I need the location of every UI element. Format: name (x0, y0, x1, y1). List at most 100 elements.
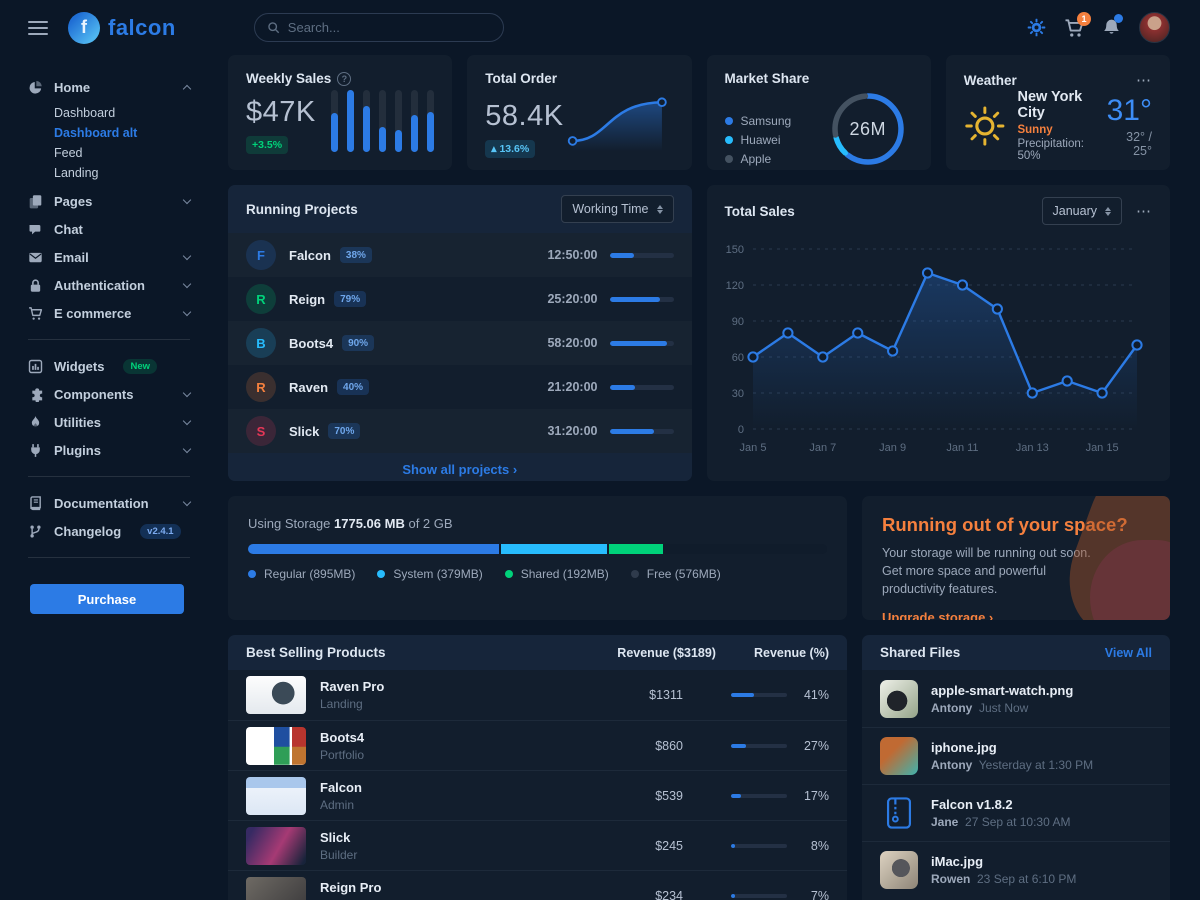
sidebar-subitem-feed[interactable]: Feed (54, 143, 190, 163)
file-name[interactable]: iphone.jpg (931, 740, 1093, 755)
project-row-slick[interactable]: SSlick70%31:20:00 (228, 409, 692, 453)
sidebar-item-label: Plugins (54, 443, 101, 458)
product-category[interactable]: Builder (320, 848, 357, 862)
product-name: Reign Pro (320, 880, 381, 895)
storage-segment-2 (609, 544, 663, 554)
sidebar-nav: Home DashboardDashboard altFeedLanding Pag… (0, 55, 216, 900)
notifications-bell-icon[interactable] (1102, 18, 1121, 37)
purchase-button[interactable]: Purchase (30, 584, 184, 614)
upgrade-space-card: Running out of your space? Your storage … (862, 496, 1170, 620)
sidebar-item-label: Email (54, 250, 89, 265)
sidebar-item-label: Home (54, 80, 90, 95)
total-sales-title: Total Sales (725, 204, 795, 219)
product-category[interactable]: Landing (320, 697, 384, 711)
legend-label: Huawei (741, 133, 781, 147)
sidebar-subitem-landing[interactable]: Landing (54, 163, 190, 183)
product-info: SlickBuilder (320, 830, 357, 862)
sidebar-subitem-dashboard[interactable]: Dashboard (54, 103, 190, 123)
search-input[interactable] (288, 20, 491, 35)
view-all-link[interactable]: View All (1105, 646, 1152, 660)
project-list: FFalcon38%12:50:00RReign79%25:20:00BBoot… (228, 233, 692, 453)
project-row-boots4[interactable]: BBoots490%58:20:00 (228, 321, 692, 365)
weather-more-icon[interactable] (1136, 71, 1152, 89)
upgrade-storage-link[interactable]: Upgrade storage (882, 610, 993, 620)
legend-label: Free (576MB) (647, 567, 721, 581)
product-revenue-pct: 7% (797, 889, 829, 900)
product-thumbnail (246, 777, 306, 815)
show-all-projects-link[interactable]: Show all projects (228, 453, 692, 481)
project-row-falcon[interactable]: FFalcon38%12:50:00 (228, 233, 692, 277)
sidebar-item-email[interactable]: Email (28, 243, 190, 271)
project-progress-bar (610, 429, 674, 434)
legend-dot (505, 570, 513, 578)
sidebar-sub-list: DashboardDashboard altFeedLanding (54, 103, 190, 183)
info-question-icon[interactable]: ? (337, 72, 351, 86)
top-navbar: f falcon 1 (0, 0, 1200, 55)
file-name[interactable]: Falcon v1.8.2 (931, 797, 1070, 812)
file-item-zip[interactable]: Falcon v1.8.2Jane 27 Sep at 10:30 AM (862, 784, 1170, 841)
table-row-reign-pro[interactable]: Reign ProAgency$2347% (228, 870, 847, 900)
chevron-down-icon (183, 251, 191, 259)
falcon-logo[interactable]: f falcon (68, 12, 176, 44)
table-row-slick[interactable]: SlickBuilder$2458% (228, 820, 847, 870)
chevron-down-icon (183, 444, 191, 452)
table-row-boots4[interactable]: Boots4Portfolio$86027% (228, 720, 847, 770)
table-row-falcon[interactable]: FalconAdmin$53917% (228, 770, 847, 820)
fire-icon (28, 415, 43, 430)
table-row-raven-pro[interactable]: Raven ProLanding $1311 41% (228, 670, 847, 720)
sidebar-item-changelog[interactable]: Changelogv2.4.1 (28, 517, 190, 545)
search-box[interactable] (254, 13, 504, 42)
sidebar-item-label: Widgets (54, 359, 104, 374)
svg-text:120: 120 (725, 280, 743, 292)
file-item-imac[interactable]: iMac.jpgRowen 23 Sep at 6:10 PM (862, 841, 1170, 898)
project-row-reign[interactable]: RReign79%25:20:00 (228, 277, 692, 321)
svg-text:Jan 13: Jan 13 (1015, 442, 1048, 454)
project-percent-badge: 90% (342, 335, 374, 351)
sidebar-subitem-dashboard-alt[interactable]: Dashboard alt (54, 123, 190, 143)
user-avatar[interactable] (1139, 12, 1170, 43)
product-info: FalconAdmin (320, 780, 362, 812)
project-row-raven[interactable]: RRaven40%21:20:00 (228, 365, 692, 409)
file-name[interactable]: apple-smart-watch.png (931, 683, 1073, 698)
sidebar-item-utilities[interactable]: Utilities (28, 408, 190, 436)
sidebar-item-authentication[interactable]: Authentication (28, 271, 190, 299)
storage-legend-item: System (379MB) (377, 567, 482, 581)
product-category[interactable]: Portfolio (320, 748, 364, 762)
sidebar-item-pages[interactable]: Pages (28, 187, 190, 215)
envelope-icon (28, 250, 43, 265)
sidebar-item-home[interactable]: Home (28, 73, 190, 101)
sidebar-item-widgets[interactable]: WidgetsNew (28, 352, 190, 380)
project-name: Raven (289, 380, 328, 395)
settings-gear-icon[interactable] (1027, 18, 1046, 37)
file-name[interactable]: iMac.jpg (931, 854, 1076, 869)
total-sales-more-icon[interactable] (1136, 202, 1152, 220)
legend-dot (725, 136, 733, 144)
product-info: Reign ProAgency (320, 880, 381, 900)
product-revenue: $1311 (613, 688, 683, 702)
project-percent-badge: 38% (340, 247, 372, 263)
product-revenue-pct: 41% (797, 688, 829, 702)
running-projects-card: Running Projects Working Time FFalcon38%… (228, 185, 692, 481)
project-avatar: F (246, 240, 276, 270)
sidebar-divider (28, 339, 190, 340)
file-info: iMac.jpgRowen 23 Sep at 6:10 PM (931, 854, 1076, 886)
weather-precipitation: Precipitation: 50% (1017, 138, 1094, 162)
month-select[interactable]: January (1042, 197, 1122, 225)
sidebar-item-e-commerce[interactable]: E commerce (28, 299, 190, 327)
lock-icon (28, 278, 43, 293)
working-time-select[interactable]: Working Time (561, 195, 673, 223)
sidebar-item-plugins[interactable]: Plugins (28, 436, 190, 464)
widgets-icon (28, 359, 43, 374)
sidebar-item-components[interactable]: Components (28, 380, 190, 408)
hamburger-menu-icon[interactable] (28, 21, 48, 35)
storage-card: Using Storage 1775.06 MB of 2 GB Regular… (228, 496, 847, 620)
product-info: Raven ProLanding (320, 679, 384, 711)
file-item-watch[interactable]: apple-smart-watch.pngAntony Just Now (862, 670, 1170, 727)
legend-item-apple: Apple (725, 149, 792, 168)
product-category[interactable]: Admin (320, 798, 362, 812)
sidebar-item-documentation[interactable]: Documentation (28, 489, 190, 517)
file-item-iphone[interactable]: iphone.jpgAntony Yesterday at 1:30 PM (862, 727, 1170, 784)
file-time: Just Now (972, 701, 1028, 715)
cart-icon-button[interactable]: 1 (1064, 18, 1084, 38)
sidebar-item-chat[interactable]: Chat (28, 215, 190, 243)
